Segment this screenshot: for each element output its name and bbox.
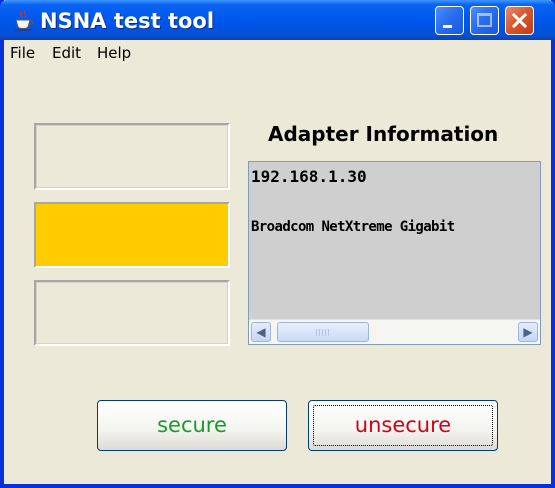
secure-button[interactable]: secure [97,400,287,451]
close-button[interactable] [505,6,534,35]
menu-file[interactable]: File [10,44,35,62]
chevron-right-icon: ▶ [523,325,533,339]
horizontal-scrollbar[interactable]: ◀ ▶ [249,319,540,344]
close-icon [511,12,528,29]
status-light-inner [36,282,228,344]
menu-edit[interactable]: Edit [52,44,81,62]
minimize-icon [443,25,452,28]
status-light-top [34,123,230,190]
adapter-info-heading: Adapter Information [268,122,499,146]
grip-icon [316,329,330,336]
status-light-inner [36,125,228,188]
java-coffee-cup-icon [15,10,34,31]
chevron-left-icon: ◀ [256,325,266,339]
scroll-right-button[interactable]: ▶ [518,322,538,342]
ip-address: 192.168.1.30 [251,167,367,186]
unsecure-button[interactable]: unsecure [308,400,498,451]
scrollbar-thumb[interactable] [277,322,369,342]
maximize-button[interactable] [470,6,499,35]
window-title: NSNA test tool [40,9,215,33]
status-light-middle [34,202,230,268]
unsecure-button-label: unsecure [354,413,452,437]
scroll-left-button[interactable]: ◀ [251,322,271,342]
maximize-icon [477,13,492,27]
title-bar[interactable]: NSNA test tool [0,0,555,40]
menu-bar: File Edit Help [4,40,551,66]
minimize-button[interactable] [435,6,464,35]
status-light-bottom [34,280,230,346]
adapter-name: Broadcom NetXtreme Gigabit [251,219,455,235]
adapter-info-box[interactable]: 192.168.1.30 Broadcom NetXtreme Gigabit … [248,161,541,345]
menu-help[interactable]: Help [97,44,131,62]
